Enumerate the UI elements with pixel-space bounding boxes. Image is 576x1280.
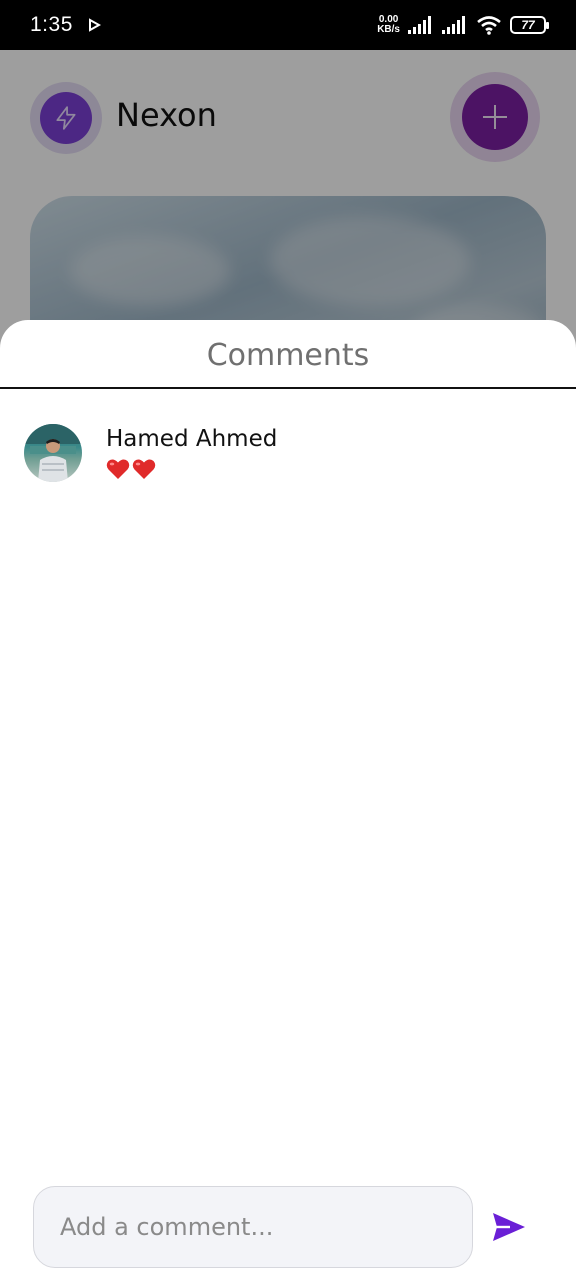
status-right: 0.00 KB/s 77: [377, 15, 549, 35]
signal-icon: [442, 16, 465, 34]
play-icon: [88, 18, 101, 32]
comment-text: ❤️❤️: [106, 458, 156, 480]
avatar[interactable]: [24, 424, 82, 482]
comment-author[interactable]: Hamed Ahmed: [106, 426, 277, 452]
network-speed: 0.00 KB/s: [377, 15, 400, 35]
battery-icon: 77: [510, 16, 549, 34]
comment-item: Hamed Ahmed ❤️❤️: [24, 424, 544, 484]
comment-input[interactable]: [33, 1186, 473, 1268]
heart-icon: [132, 459, 156, 479]
status-bar: 1:35 0.00 KB/s 77: [0, 0, 576, 50]
send-icon: [493, 1213, 525, 1241]
status-time: 1:35: [30, 13, 73, 36]
sheet-title: Comments: [206, 338, 370, 373]
send-button[interactable]: [490, 1210, 528, 1244]
comments-screen: 1:35 0.00 KB/s 77 Nexon Comments Hamed A…: [0, 0, 576, 1280]
network-speed-unit: KB/s: [377, 24, 400, 35]
sheet-divider: [0, 387, 576, 389]
heart-icon: [106, 459, 130, 479]
battery-level: 77: [521, 18, 535, 32]
avatar-photo: [24, 424, 82, 482]
status-left: 1:35: [30, 13, 101, 37]
comments-sheet: Comments Hamed Ahmed ❤️❤️: [0, 320, 576, 1280]
signal-icon: [408, 16, 431, 34]
wifi-icon: [477, 16, 501, 35]
comment-composer: [0, 1186, 576, 1270]
